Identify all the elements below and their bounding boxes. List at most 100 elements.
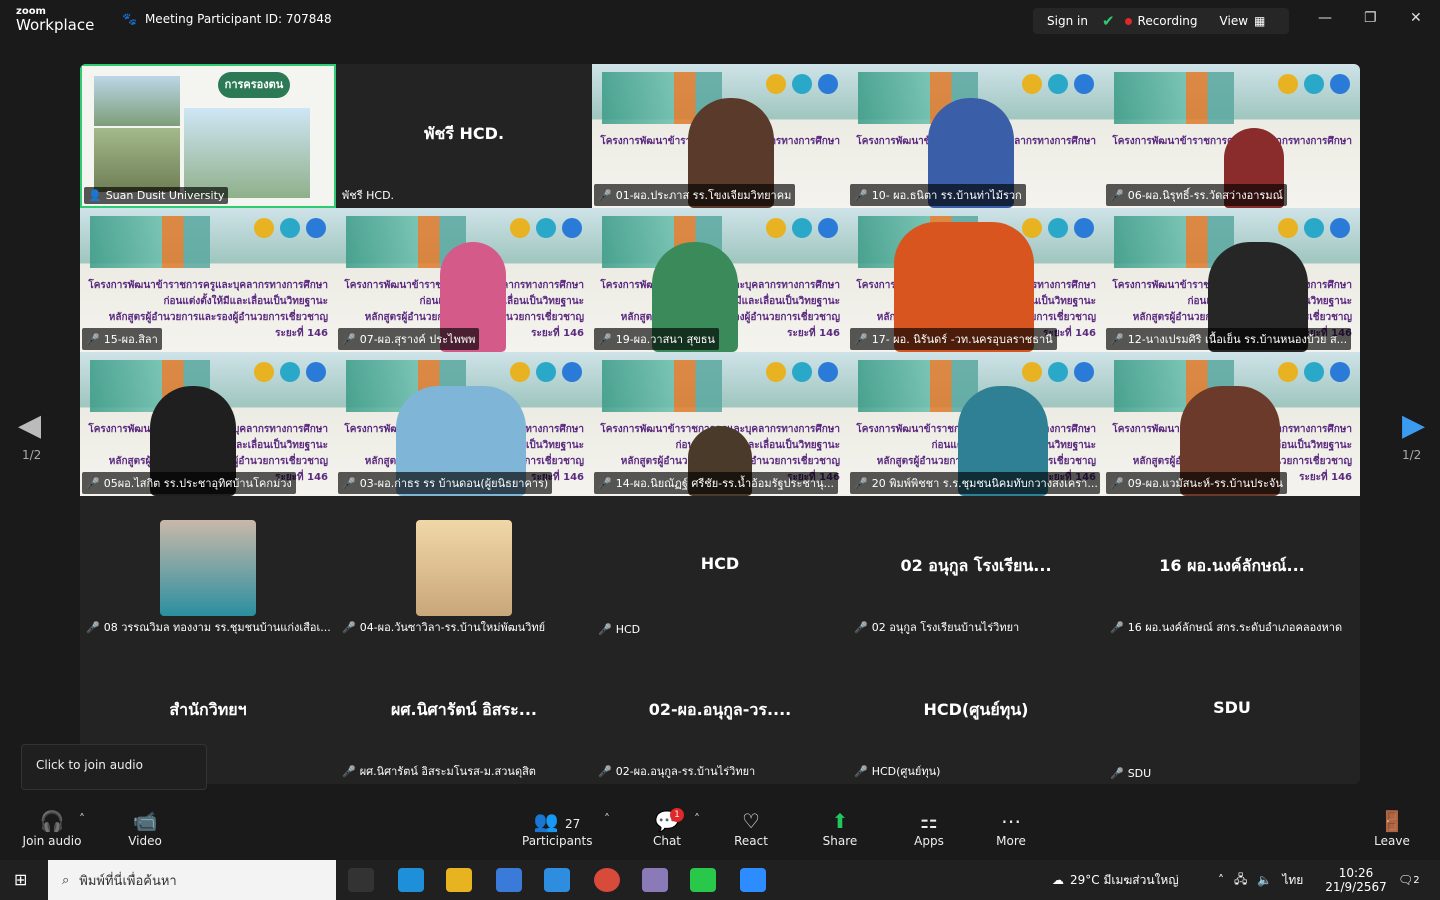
video-tile-07[interactable]: โครงการพัฒนาข้าราชการครูและบุคลากรทางการ… xyxy=(336,208,592,352)
participant-name: 🎤 HCD xyxy=(598,623,641,636)
video-tile-12[interactable]: โครงการพัฒนาข้าราชการครูและบุคลากรทางการ… xyxy=(1104,208,1360,352)
slide-photo-c xyxy=(94,128,180,192)
participant-name: 🎤 07-ผอ.สุรางค์ ประไพพพ xyxy=(338,328,480,350)
notification-icon: 🗨 xyxy=(1398,873,1414,887)
video-tile-20[interactable]: โครงการพัฒนาข้าราชการครูและบุคลากรทางการ… xyxy=(848,352,1104,496)
apps-button[interactable]: ⚏ Apps xyxy=(912,808,946,848)
participant-big-name: 16 ผอ.นงค์ลักษณ์... xyxy=(1159,556,1305,575)
video-tile-05[interactable]: โครงการพัฒนาข้าราชการครูและบุคลากรทางการ… xyxy=(80,352,336,496)
participant-big-name: HCD(ศูนย์ทุน) xyxy=(923,700,1029,719)
participant-name: 🎤 12-นางเปรมศิริ เนื้อเย็น รร.บ้านหนองบ้ว… xyxy=(1106,328,1352,350)
mic-muted-icon: 🎤 xyxy=(342,476,356,490)
share-button[interactable]: ⬆ Share xyxy=(822,808,858,848)
participant-name: 🎤 16 ผอ.นงค์ลักษณ์ สกร.ระดับอำเภอคลองหาด xyxy=(1110,620,1343,635)
video-tile-17[interactable]: โครงการพัฒนาข้าราชการครูและบุคลากรทางการ… xyxy=(848,208,1104,352)
participant-name: 🎤 08 วรรณวิมล ทองงาม รร.ชุมชนบ้านแก่งเสือ… xyxy=(86,620,331,635)
participants-options-chevron-icon[interactable]: ˄ xyxy=(604,812,610,826)
participant-name: 🎤 09-ผอ.แวมัสนะห์-รร.บ้านประจัน xyxy=(1106,472,1287,494)
participant-name: 🎤 14-ผอ.นิยณัฏฐ์ ศรีชัย-รร.น้ำอ้อมรัฐประช… xyxy=(594,472,839,494)
video-gallery: การครองตน 👤 Suan Dusit University พัชรี H… xyxy=(80,64,1360,784)
mic-muted-icon: 🎤 xyxy=(854,476,868,490)
more-icon: ⋯ xyxy=(1001,809,1021,833)
next-page-icon[interactable]: ▶ xyxy=(1402,408,1425,443)
edge-icon[interactable] xyxy=(398,868,424,892)
video-tile-hcd[interactable]: HCD 🎤 HCD xyxy=(592,496,848,640)
volume-icon[interactable]: 🔈 xyxy=(1257,873,1272,887)
participant-name: 🎤 19-ผอ.วาสนา สุขธน xyxy=(594,328,719,350)
video-tile-01[interactable]: โครงการพัฒนาข้าราชการครูและบุคลากรทางการ… xyxy=(592,64,848,208)
participant-name: 🎤 02 อนุกูล โรงเรียนบ้านไร่วิทยา xyxy=(854,620,1020,635)
meeting-id-text: Meeting Participant ID: 707848 xyxy=(144,12,332,26)
chat-options-chevron-icon[interactable]: ˄ xyxy=(694,812,700,826)
app-icon[interactable] xyxy=(642,868,668,892)
mic-muted-icon: 🎤 xyxy=(1110,476,1124,490)
video-tile-15[interactable]: โครงการพัฒนาข้าราชการครูและบุคลากรทางการ… xyxy=(80,208,336,352)
slide-title: การครองตน xyxy=(218,72,290,98)
video-tile-04[interactable]: 🎤 04-ผอ.วันซาวิลา-รร.บ้านใหม่พัฒนวิทย์ xyxy=(336,496,592,640)
participant-big-name: 02-ผอ.อนุกูล-วร.... xyxy=(648,700,792,719)
view-button[interactable]: View ▦ xyxy=(1220,14,1266,28)
mic-muted-icon: 🎤 xyxy=(1110,620,1124,634)
video-tile-02-director[interactable]: 02-ผอ.อนุกูล-วร.... 🎤 02-ผอ.อนุกูล-รร.บ้า… xyxy=(592,640,848,784)
headphones-icon: 🎧 xyxy=(39,809,65,833)
notification-center[interactable]: 🗨 2 xyxy=(1398,860,1420,900)
video-tile-nisarat[interactable]: ผศ.นิศารัตน์ อิสระ... 🎤 ผศ.นิศารัตน์ อิสร… xyxy=(336,640,592,784)
mic-muted-icon: 🎤 xyxy=(342,620,356,634)
participant-name: 🎤 01-ผอ.ประภาส รร.โขงเจียมวิทยาคม xyxy=(594,184,796,206)
video-tile-06[interactable]: โครงการพัฒนาข้าราชการครูและบุคลากรทางการ… xyxy=(1104,64,1360,208)
participants-button[interactable]: 👥 27 Participants xyxy=(522,808,593,848)
line-icon[interactable] xyxy=(690,868,716,892)
join-audio-button[interactable]: 🎧 Join audio xyxy=(22,808,82,848)
chat-badge: 1 xyxy=(670,808,684,822)
heart-icon: ♡ xyxy=(742,809,760,833)
video-tile-14[interactable]: โครงการพัฒนาข้าราชการครูและบุคลากรทางการ… xyxy=(592,352,848,496)
mic-muted-icon: 🎤 xyxy=(1110,332,1124,346)
chevron-up-icon[interactable]: ˄ xyxy=(1218,873,1224,887)
recording-label: Recording xyxy=(1137,14,1198,28)
chat-button[interactable]: 💬 Chat 1 xyxy=(650,808,684,848)
participant-name: 🎤 15-ผอ.สิลา xyxy=(82,328,162,350)
chrome-icon[interactable] xyxy=(594,868,620,892)
language-indicator[interactable]: ไทย xyxy=(1282,871,1303,890)
video-tile-02-anukul[interactable]: 02 อนุกูล โรงเรียน... 🎤 02 อนุกูล โรงเรีย… xyxy=(848,496,1104,640)
weather-widget[interactable]: ☁ 29°C มีเมฆส่วนใหญ่ xyxy=(1052,860,1179,900)
task-view-icon[interactable] xyxy=(348,868,374,892)
more-button[interactable]: ⋯ More xyxy=(994,808,1028,848)
participant-name: 🎤 04-ผอ.วันซาวิลา-รร.บ้านใหม่พัฒนวิทย์ xyxy=(342,620,546,635)
video-tile-09[interactable]: โครงการพัฒนาข้าราชการครูและบุคลากรทางการ… xyxy=(1104,352,1360,496)
store-icon[interactable] xyxy=(496,868,522,892)
close-icon[interactable]: ✕ xyxy=(1410,10,1422,26)
react-button[interactable]: ♡ React xyxy=(733,808,769,848)
video-tile-suan-dusit[interactable]: การครองตน 👤 Suan Dusit University xyxy=(80,64,336,208)
shield-check-icon[interactable]: ✔ xyxy=(1102,12,1115,30)
video-tile-19[interactable]: โครงการพัฒนาข้าราชการครูและบุคลากรทางการ… xyxy=(592,208,848,352)
video-tile-patcharee[interactable]: พัชรี HCD. พัชรี HCD. xyxy=(336,64,592,208)
meeting-info[interactable]: 🐾 Meeting Participant ID: 707848 xyxy=(122,12,332,26)
maximize-icon[interactable]: ❐ xyxy=(1364,10,1377,26)
taskbar-search-input[interactable]: ⌕ พิมพ์ที่นี่เพื่อค้นหา xyxy=(48,860,336,900)
participant-big-name: 02 อนุกูล โรงเรียน... xyxy=(900,556,1052,575)
video-tile-03[interactable]: โครงการพัฒนาข้าราชการครูและบุคลากรทางการ… xyxy=(336,352,592,496)
file-explorer-icon[interactable] xyxy=(446,868,472,892)
zoom-icon[interactable] xyxy=(740,868,766,892)
video-tile-10[interactable]: โครงการพัฒนาข้าราชการครูและบุคลากรทางการ… xyxy=(848,64,1104,208)
network-icon[interactable]: 🖧 xyxy=(1234,870,1247,891)
previous-page-icon[interactable]: ◀ xyxy=(18,408,41,443)
recording-indicator[interactable]: Recording xyxy=(1124,14,1198,28)
video-button[interactable]: 📹 Video xyxy=(122,808,168,848)
video-tile-16[interactable]: 16 ผอ.นงค์ลักษณ์... 🎤 16 ผอ.นงค์ลักษณ์ สก… xyxy=(1104,496,1360,640)
leave-button[interactable]: 🚪 Leave xyxy=(1374,808,1410,848)
video-tile-hcd-fund[interactable]: HCD(ศูนย์ทุน) 🎤 HCD(ศูนย์ทุน) xyxy=(848,640,1104,784)
mic-muted-icon: 🎤 xyxy=(1110,767,1124,780)
windows-start-icon[interactable]: ⊞ xyxy=(14,870,27,889)
title-bar: zoom Workplace 🐾 Meeting Participant ID:… xyxy=(0,0,1440,44)
audio-options-chevron-icon[interactable]: ˄ xyxy=(79,812,85,826)
clock[interactable]: 10:26 21/9/2567 xyxy=(1325,860,1387,900)
page-indicator-left: 1/2 xyxy=(22,448,42,462)
video-tile-sdu[interactable]: SDU 🎤 SDU xyxy=(1104,640,1360,784)
system-tray: ˄ 🖧 🔈 ไทย xyxy=(1218,860,1303,900)
mail-icon[interactable] xyxy=(544,868,570,892)
minimize-icon[interactable]: — xyxy=(1318,10,1332,26)
video-tile-08[interactable]: 🎤 08 วรรณวิมล ทองงาม รร.ชุมชนบ้านแก่งเสือ… xyxy=(80,496,336,640)
sign-in-button[interactable]: Sign in xyxy=(1033,14,1102,28)
